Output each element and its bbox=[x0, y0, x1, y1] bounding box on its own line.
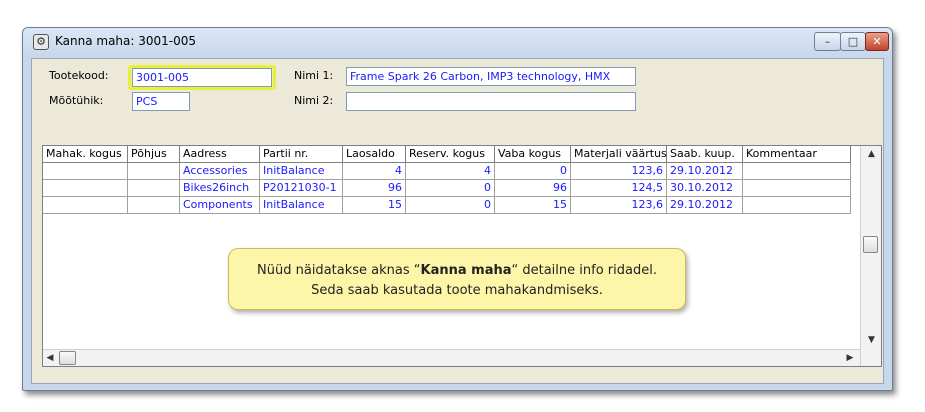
dialog-window: ⚙ Kanna maha: 3001-005 – □ ✕ Tootekood: … bbox=[22, 27, 893, 391]
cell-mahak-kogus[interactable] bbox=[43, 180, 128, 197]
col-header[interactable]: Materjali väärtus bbox=[571, 146, 667, 163]
vertical-scrollbar[interactable]: ▲ ▼ bbox=[860, 146, 881, 366]
cell-laosaldo: 4 bbox=[343, 163, 406, 180]
tootekood-label: Tootekood: bbox=[49, 69, 109, 82]
arrow-up-icon[interactable]: ▲ bbox=[861, 146, 881, 162]
title-bar[interactable]: ⚙ Kanna maha: 3001-005 – □ ✕ bbox=[23, 28, 892, 58]
cell-partii: InitBalance bbox=[260, 197, 343, 214]
cell-aadress: Bikes26inch bbox=[180, 180, 260, 197]
cell-partii: P20121030-1 bbox=[260, 180, 343, 197]
window-title: Kanna maha: 3001-005 bbox=[55, 34, 197, 48]
col-header[interactable]: Aadress bbox=[180, 146, 260, 163]
col-header[interactable]: Kommentaar bbox=[743, 146, 851, 163]
col-header[interactable]: Partii nr. bbox=[260, 146, 343, 163]
cell-vaartus: 124,5 bbox=[571, 180, 667, 197]
minimize-button[interactable]: – bbox=[814, 32, 841, 51]
callout-text-before: Nüüd näidatakse aknas “ bbox=[257, 263, 421, 278]
col-header[interactable]: Põhjus bbox=[128, 146, 180, 163]
cell-mahak-kogus[interactable] bbox=[43, 197, 128, 214]
cell-pohjus[interactable] bbox=[128, 197, 180, 214]
col-header[interactable]: Laosaldo bbox=[343, 146, 406, 163]
cell-vaba: 0 bbox=[495, 163, 571, 180]
cell-vaartus: 123,6 bbox=[571, 163, 667, 180]
cell-laosaldo: 96 bbox=[343, 180, 406, 197]
cell-vaba: 15 bbox=[495, 197, 571, 214]
cell-laosaldo: 15 bbox=[343, 197, 406, 214]
cell-kommentaar[interactable] bbox=[743, 180, 851, 197]
cell-kuup: 29.10.2012 bbox=[667, 163, 743, 180]
horizontal-scroll-thumb[interactable] bbox=[59, 351, 76, 365]
cell-partii: InitBalance bbox=[260, 163, 343, 180]
cell-mahak-kogus[interactable] bbox=[43, 163, 128, 180]
mootuhik-label: Mõõtühik: bbox=[49, 94, 104, 107]
nimi2-label: Nimi 2: bbox=[294, 94, 334, 107]
gear-icon: ⚙ bbox=[33, 34, 49, 50]
cell-aadress: Accessories bbox=[180, 163, 260, 180]
cell-reserv: 0 bbox=[406, 197, 495, 214]
nimi1-field[interactable]: Frame Spark 26 Carbon, IMP3 technology, … bbox=[346, 67, 636, 86]
nimi1-label: Nimi 1: bbox=[294, 69, 334, 82]
mootuhik-field[interactable]: PCS bbox=[132, 92, 190, 111]
arrow-right-icon[interactable]: ▶ bbox=[843, 350, 857, 366]
vertical-scroll-thumb[interactable] bbox=[863, 236, 878, 253]
arrow-down-icon[interactable]: ▼ bbox=[861, 332, 881, 348]
nimi2-field[interactable] bbox=[346, 92, 636, 111]
cell-pohjus[interactable] bbox=[128, 180, 180, 197]
col-header[interactable]: Mahak. kogus bbox=[43, 146, 128, 163]
callout-line-2: Seda saab kasutada toote mahakandmiseks. bbox=[311, 283, 603, 298]
callout-line-1: Nüüd näidatakse aknas “Kanna maha“ detai… bbox=[229, 261, 685, 281]
cell-kommentaar[interactable] bbox=[743, 197, 851, 214]
cell-kuup: 29.10.2012 bbox=[667, 197, 743, 214]
cell-vaba: 96 bbox=[495, 180, 571, 197]
arrow-left-icon[interactable]: ◀ bbox=[43, 350, 57, 366]
cell-reserv: 0 bbox=[406, 180, 495, 197]
cell-pohjus[interactable] bbox=[128, 163, 180, 180]
col-header[interactable]: Saab. kuup. bbox=[667, 146, 743, 163]
col-header[interactable]: Reserv. kogus bbox=[406, 146, 495, 163]
callout-bold-term: Kanna maha bbox=[420, 263, 512, 278]
cell-reserv: 4 bbox=[406, 163, 495, 180]
cell-aadress: Components bbox=[180, 197, 260, 214]
close-button[interactable]: ✕ bbox=[865, 32, 889, 51]
col-header[interactable]: Vaba kogus bbox=[495, 146, 571, 163]
callout-text-after: “ detailne info ridadel. bbox=[511, 263, 657, 278]
tutorial-callout: Nüüd näidatakse aknas “Kanna maha“ detai… bbox=[228, 248, 686, 310]
cell-kommentaar[interactable] bbox=[743, 163, 851, 180]
cell-kuup: 30.10.2012 bbox=[667, 180, 743, 197]
cell-vaartus: 123,6 bbox=[571, 197, 667, 214]
horizontal-scrollbar[interactable]: ◀ ▶ bbox=[43, 349, 860, 366]
maximize-button[interactable]: □ bbox=[840, 32, 866, 51]
tootekood-field[interactable]: 3001-005 bbox=[132, 68, 272, 87]
